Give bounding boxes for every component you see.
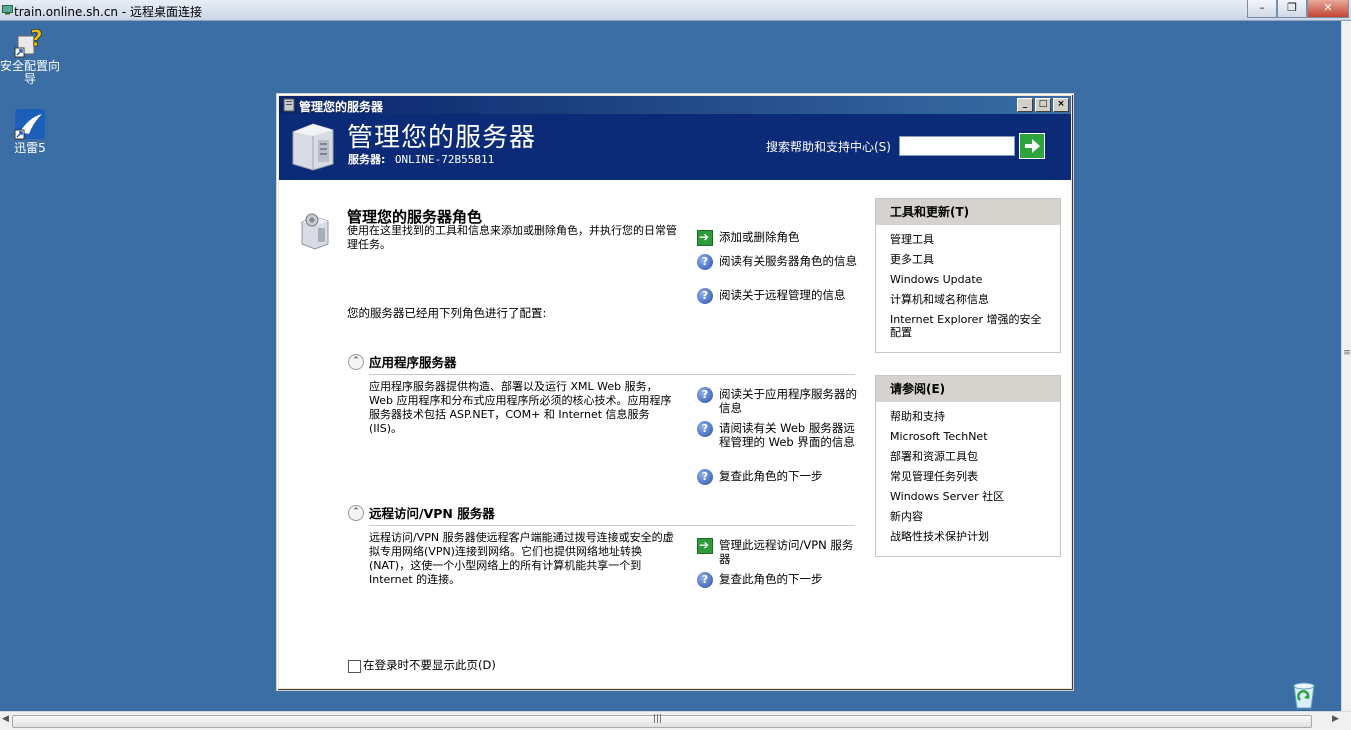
see-also-item[interactable]: Microsoft TechNet [890, 430, 1060, 443]
scroll-thumb[interactable]: ||| [12, 714, 1312, 728]
server-label: 服务器: [348, 153, 386, 166]
svg-text:?: ? [30, 27, 43, 52]
rdp-window-title: train.online.sh.cn - 远程桌面连接 [14, 5, 202, 19]
desktop-icon-security-wizard[interactable]: ? 安全配置向导 [0, 26, 60, 86]
desktop-icon-label: 安全配置向导 [0, 59, 61, 86]
minimize-button[interactable]: _ [1017, 98, 1033, 112]
server-icon [292, 123, 334, 171]
link-label: 管理此远程访问/VPN 服务器 [719, 538, 854, 566]
help-icon: ? [697, 469, 713, 485]
tools-item[interactable]: 管理工具 [890, 233, 1060, 246]
configured-text: 您的服务器已经用下列角色进行了配置: [347, 306, 547, 320]
intro-text: 使用在这里找到的工具和信息来添加或删除角色，并执行您的日常管理任务。 [347, 224, 677, 251]
link-label: 复查此角色的下一步 [719, 469, 823, 483]
remote-desktop-icon [2, 5, 13, 15]
link-label: 阅读关于远程管理的信息 [719, 288, 846, 302]
window-title-bar[interactable]: 管理您的服务器 _ □ × [279, 96, 1071, 114]
read-app-server-link[interactable]: ? 阅读关于应用程序服务器的信息 [697, 387, 857, 415]
see-also-item[interactable]: 帮助和支持 [890, 410, 1060, 423]
close-button[interactable]: × [1053, 98, 1069, 112]
thunder-icon [14, 108, 46, 140]
role-title: 远程访问/VPN 服务器 [369, 506, 495, 521]
see-also-item[interactable]: 常见管理任务列表 [890, 470, 1060, 483]
maximize-button[interactable]: □ [1035, 98, 1051, 112]
recycle-bin-icon[interactable] [1289, 680, 1319, 710]
collapse-icon[interactable]: ⌃ [348, 354, 364, 370]
window-header: 管理您的服务器 服务器: ONLINE-72B55B11 搜索帮助和支持中心(S… [279, 114, 1071, 180]
help-icon: ? [697, 288, 713, 304]
rdp-restore-button[interactable]: ❐ [1277, 0, 1307, 18]
tools-item[interactable]: 更多工具 [890, 253, 1060, 266]
link-label: 复查此角色的下一步 [719, 572, 823, 586]
window-body: 管理您的服务器角色 使用在这里找到的工具和信息来添加或删除角色，并执行您的日常管… [279, 180, 1071, 688]
tools-item[interactable]: Internet Explorer 增强的安全配置 [890, 313, 1050, 339]
horizontal-scrollbar[interactable]: ◀ ||| ▶ [0, 711, 1351, 730]
rdp-title-bar[interactable]: train.online.sh.cn - 远程桌面连接 – ❐ ✕ [0, 0, 1351, 21]
server-name-line: 服务器: ONLINE-72B55B11 [348, 151, 494, 167]
dont-show-label[interactable]: 在登录时不要显示此页(D) [363, 658, 496, 672]
arrow-right-icon [1025, 139, 1040, 153]
desktop-icon-thunder[interactable]: 迅雷5 [0, 108, 60, 155]
add-remove-role-link[interactable]: 添加或删除角色 [697, 230, 857, 246]
window-title: 管理您的服务器 [299, 100, 384, 114]
role-description: 应用程序服务器提供构造、部署以及运行 XML Web 服务，Web 应用程序和分… [369, 380, 672, 435]
scroll-right-icon[interactable]: ▶ [1332, 714, 1339, 724]
divider [369, 374, 855, 375]
see-also-panel-title: 请参阅(E) [876, 376, 1060, 402]
role-description: 远程访问/VPN 服务器使远程客户端能通过拨号连接或安全的虚拟专用网络(VPN)… [369, 531, 674, 586]
dont-show-checkbox[interactable] [348, 660, 361, 673]
server-small-icon [283, 98, 295, 112]
see-also-item[interactable]: 部署和资源工具包 [890, 450, 1060, 463]
link-label: 请阅读有关 Web 服务器远程管理的 Web 界面的信息 [719, 421, 855, 449]
see-also-item[interactable]: 战略性技术保护计划 [890, 530, 1060, 543]
role-title: 应用程序服务器 [369, 355, 457, 370]
read-remote-admin-link[interactable]: ? 阅读关于远程管理的信息 [697, 288, 857, 304]
manage-vpn-link[interactable]: 管理此远程访问/VPN 服务器 [697, 538, 857, 566]
link-label: 添加或删除角色 [719, 230, 800, 244]
rdp-minimize-button[interactable]: – [1247, 0, 1277, 18]
help-icon: ? [697, 254, 713, 270]
roles-icon [301, 213, 329, 250]
help-icon: ? [697, 387, 713, 403]
tools-panel-title: 工具和更新(T) [876, 199, 1060, 225]
scroll-left-icon[interactable]: ◀ [2, 714, 9, 724]
see-also-item[interactable]: Windows Server 社区 [890, 490, 1060, 503]
divider [369, 525, 855, 526]
tools-panel: 工具和更新(T) 管理工具 更多工具 Windows Update 计算机和域名… [875, 198, 1061, 353]
arrow-icon [697, 230, 713, 246]
header-title: 管理您的服务器 [347, 123, 537, 153]
collapse-icon[interactable]: ⌃ [348, 505, 364, 521]
tools-item[interactable]: Windows Update [890, 273, 1060, 286]
help-icon: ? [697, 572, 713, 588]
see-also-item[interactable]: 新内容 [890, 510, 1060, 523]
scroll-grip: ≡ [1343, 348, 1351, 358]
search-label: 搜索帮助和支持中心(S) [766, 140, 891, 154]
vertical-scrollbar[interactable]: ≡ [1341, 21, 1351, 711]
search-input[interactable] [899, 136, 1015, 156]
arrow-icon [697, 538, 713, 554]
manage-server-window: 管理您的服务器 _ □ × 管理您的服务器 服务器: ONLINE-72B55B… [276, 93, 1074, 691]
search-go-button[interactable] [1019, 133, 1045, 159]
security-wizard-icon: ? [14, 26, 46, 58]
see-also-panel: 请参阅(E) 帮助和支持 Microsoft TechNet 部署和资源工具包 … [875, 375, 1061, 557]
review-next-steps-link[interactable]: ? 复查此角色的下一步 [697, 572, 857, 588]
read-server-roles-link[interactable]: ? 阅读有关服务器角色的信息 [697, 254, 857, 270]
desktop-icon-label: 迅雷5 [14, 141, 46, 155]
link-label: 阅读有关服务器角色的信息 [719, 254, 857, 268]
tools-item[interactable]: 计算机和域名称信息 [890, 293, 1060, 306]
link-label: 阅读关于应用程序服务器的信息 [719, 387, 857, 415]
review-next-steps-link[interactable]: ? 复查此角色的下一步 [697, 469, 857, 485]
help-icon: ? [697, 421, 713, 437]
rdp-close-button[interactable]: ✕ [1307, 0, 1349, 18]
server-name: ONLINE-72B55B11 [394, 153, 495, 166]
read-web-admin-link[interactable]: ? 请阅读有关 Web 服务器远程管理的 Web 界面的信息 [697, 421, 857, 449]
